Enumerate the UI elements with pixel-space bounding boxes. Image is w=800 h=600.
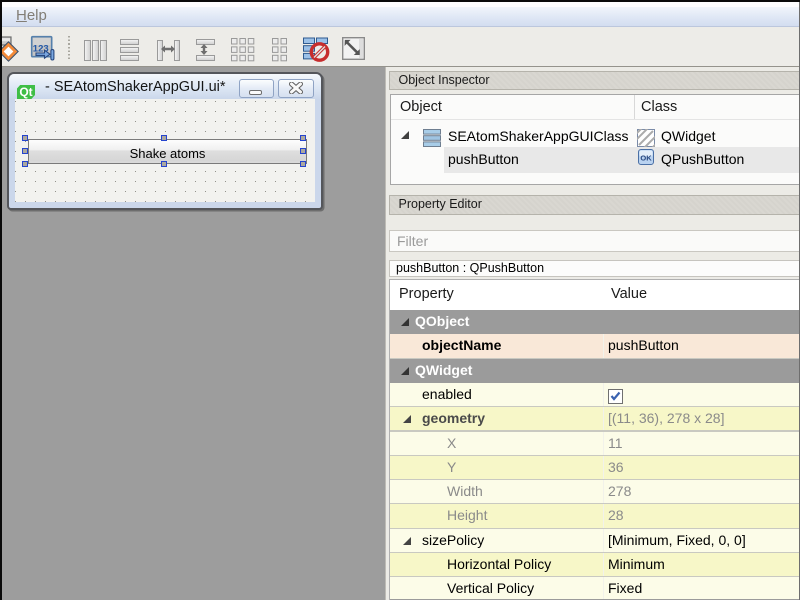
svg-text:OK: OK bbox=[640, 154, 652, 163]
